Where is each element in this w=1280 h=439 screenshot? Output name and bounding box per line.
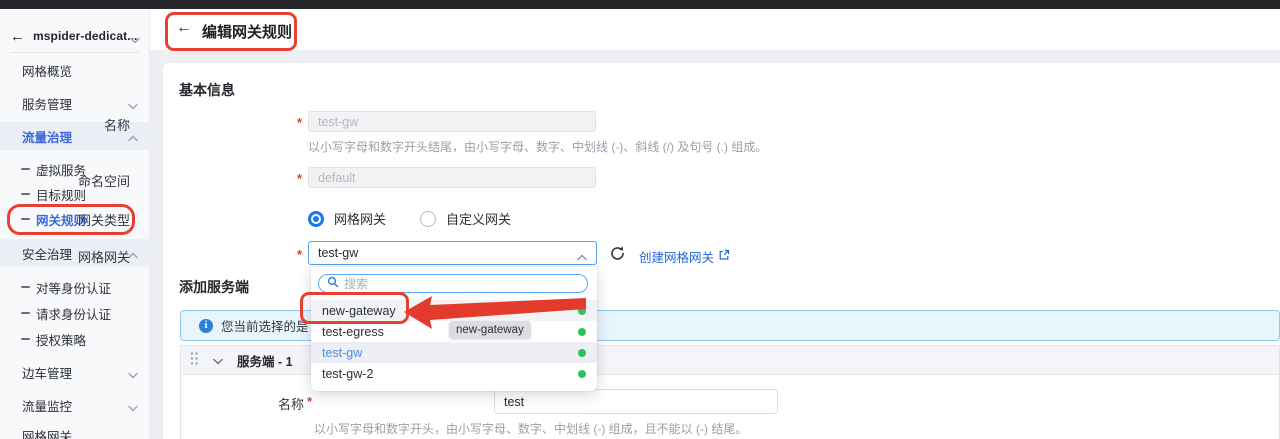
dropdown-search[interactable] <box>318 274 588 293</box>
mesh-selector[interactable]: ← mspider-dedicat... <box>0 22 150 50</box>
namespace-input[interactable] <box>308 167 596 188</box>
dropdown-item-new-gateway[interactable]: new-gateway <box>311 300 597 321</box>
dash-icon <box>21 338 30 340</box>
status-dot-icon <box>578 328 586 336</box>
radio-custom-gateway[interactable] <box>420 211 436 227</box>
radio-mesh-gateway-label[interactable]: 网格网关 <box>334 209 386 228</box>
namespace-required-mark: * <box>297 171 302 186</box>
dropdown-item-test-gw[interactable]: test-gw <box>311 342 597 363</box>
radio-mesh-gateway[interactable] <box>308 211 324 227</box>
status-dot-icon <box>578 349 586 357</box>
drag-handle-icon[interactable] <box>189 351 199 369</box>
sidebar-item-sidecar-mgmt[interactable]: 边车管理 <box>0 359 150 385</box>
dropdown-item-test-gw-2[interactable]: test-gw-2 <box>311 363 597 384</box>
external-link-icon <box>718 249 730 264</box>
name-help-text: 以小写字母和数字开头结尾，由小写字母、数字、中划线 (-)、斜线 (/) 及句号… <box>308 138 767 155</box>
sidebar-item-mesh-gateway[interactable]: 网格网关 <box>0 422 150 439</box>
server-name-input[interactable] <box>494 389 778 414</box>
name-label: 名称 <box>0 115 130 134</box>
gateway-type-label: 网关类型 <box>0 210 130 229</box>
chevron-up-icon <box>577 250 587 264</box>
sidebar-item-traffic-monitor[interactable]: 流量监控 <box>0 392 150 418</box>
name-required-mark: * <box>297 115 302 130</box>
create-mesh-gateway-link[interactable]: 创建网格网关 <box>639 247 730 266</box>
section-title-basic-info: 基本信息 <box>179 80 235 100</box>
sidebar-item-authorization-policy[interactable]: 授权策略 <box>0 326 150 352</box>
mesh-gateway-required-mark: * <box>297 247 302 262</box>
collapse-chevron-icon[interactable] <box>213 353 223 368</box>
gateway-type-radio-group: 网格网关 自定义网关 <box>308 209 535 228</box>
dash-icon <box>21 286 30 288</box>
hover-tooltip: new-gateway <box>449 321 531 339</box>
server-name-required-mark: * <box>307 394 312 409</box>
sidebar-item-request-auth[interactable]: 请求身份认证 <box>0 300 150 326</box>
section-title-add-server: 添加服务端 <box>179 277 249 297</box>
server-name-label: 名称 <box>181 394 304 413</box>
status-dot-icon <box>578 370 586 378</box>
chevron-down-icon <box>128 401 138 415</box>
server-name-help-text: 以小写字母和数字开头，由小写字母、数字、中划线 (-) 组成，且不能以 (-) … <box>314 420 747 437</box>
mesh-name: mspider-dedicat... <box>33 29 138 43</box>
dash-icon <box>21 168 30 170</box>
dash-icon <box>21 312 30 314</box>
chevron-down-icon <box>128 99 138 113</box>
page-title: 编辑网关规则 <box>202 21 292 42</box>
chevron-down-icon <box>128 368 138 382</box>
namespace-label: 命名空间 <box>0 171 130 190</box>
sidebar-divider <box>10 52 140 53</box>
page-header: ← 编辑网关规则 <box>150 9 1280 50</box>
name-input[interactable] <box>308 111 596 132</box>
mesh-gateway-select[interactable]: test-gw <box>308 241 597 265</box>
sidebar-item-mesh-overview[interactable]: 网格概览 <box>0 57 150 83</box>
sidebar-back-icon[interactable]: ← <box>10 28 25 45</box>
info-icon: i <box>199 319 213 333</box>
server-panel-title: 服务端 - 1 <box>237 351 293 370</box>
dropdown-search-input[interactable] <box>344 277 564 291</box>
radio-custom-gateway-label[interactable]: 自定义网关 <box>446 209 511 228</box>
sidebar-item-peer-auth[interactable]: 对等身份认证 <box>0 274 150 300</box>
refresh-icon[interactable] <box>609 245 626 262</box>
browser-top-bar <box>0 0 1280 9</box>
search-icon <box>327 276 339 291</box>
mesh-gateway-label: 网格网关 <box>0 247 130 266</box>
back-arrow-icon[interactable]: ← <box>176 19 192 37</box>
app-root: ← mspider-dedicat... 网格概览 服务管理 流量治理 虚拟服务… <box>0 0 1280 439</box>
chevron-down-icon <box>130 32 140 47</box>
sidebar-item-service-mgmt[interactable]: 服务管理 <box>0 90 150 116</box>
status-dot-icon <box>578 307 586 315</box>
mesh-gateway-select-value: test-gw <box>318 246 358 260</box>
dash-icon <box>21 193 30 195</box>
